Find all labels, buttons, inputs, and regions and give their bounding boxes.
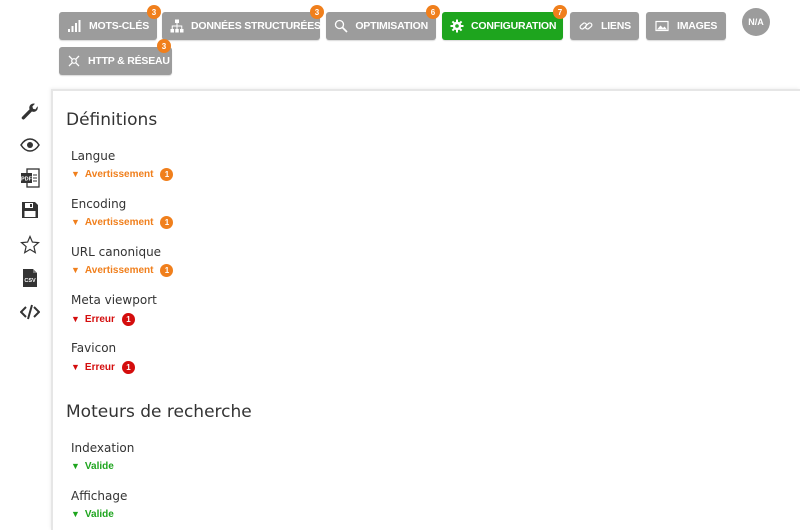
item-label-encoding: Encoding bbox=[71, 197, 127, 211]
csv-label: CSV bbox=[24, 278, 36, 284]
caret-down-icon: ▼ bbox=[71, 169, 80, 179]
bar-chart-icon bbox=[67, 18, 82, 34]
status-text: Avertissement bbox=[84, 216, 154, 228]
tab-optimisation[interactable]: OPTIMISATION 6 bbox=[326, 5, 440, 40]
caret-down-icon: ▼ bbox=[71, 217, 80, 227]
tab-label: LIENS bbox=[601, 20, 631, 32]
tab-label: IMAGES bbox=[677, 20, 718, 32]
count-badge: 1 bbox=[160, 263, 174, 277]
tab-label: CONFIGURATION bbox=[471, 20, 557, 32]
status-text: Erreur bbox=[84, 313, 115, 325]
tab-label: HTTP & RÉSEAU bbox=[88, 55, 170, 67]
save-icon[interactable] bbox=[20, 200, 40, 220]
caret-down-icon: ▼ bbox=[71, 509, 80, 519]
caret-down-icon: ▼ bbox=[71, 461, 80, 471]
network-icon bbox=[67, 53, 81, 69]
status-encoding[interactable]: ▼ Avertissement 1 bbox=[71, 215, 174, 229]
eye-icon[interactable] bbox=[20, 135, 40, 155]
tab-label: DONNÉES STRUCTURÉES bbox=[191, 20, 321, 32]
tab-donnees-structurees[interactable]: DONNÉES STRUCTURÉES 3 bbox=[162, 5, 324, 40]
count-badge: 3 bbox=[310, 5, 324, 19]
status-text: Valide bbox=[84, 508, 114, 520]
status-favicon[interactable]: ▼ Erreur 1 bbox=[71, 360, 135, 374]
status-text: Avertissement bbox=[84, 168, 154, 180]
tab-label: OPTIMISATION bbox=[355, 20, 428, 32]
count-badge: 7 bbox=[553, 5, 567, 19]
count-badge: 1 bbox=[160, 215, 174, 229]
sitemap-icon bbox=[170, 18, 184, 34]
csv-icon[interactable]: CSV bbox=[20, 268, 40, 288]
item-label-langue: Langue bbox=[71, 149, 116, 163]
status-langue[interactable]: ▼ Avertissement 1 bbox=[71, 167, 174, 181]
item-label-indexation: Indexation bbox=[71, 441, 135, 455]
status-meta-viewport[interactable]: ▼ Erreur 1 bbox=[71, 312, 135, 326]
item-label-url-canonique: URL canonique bbox=[71, 245, 162, 259]
section-title-definitions: Définitions bbox=[66, 110, 158, 130]
count-badge: 3 bbox=[147, 5, 161, 19]
item-label-affichage: Affichage bbox=[71, 489, 128, 503]
gear-icon bbox=[450, 18, 464, 34]
count-badge: 6 bbox=[426, 5, 440, 19]
status-url-canonique[interactable]: ▼ Avertissement 1 bbox=[71, 263, 174, 277]
na-score-badge: N/A bbox=[742, 8, 770, 36]
tab-configuration[interactable]: CONFIGURATION 7 bbox=[442, 5, 567, 40]
caret-down-icon: ▼ bbox=[71, 265, 80, 275]
star-icon[interactable] bbox=[20, 235, 40, 255]
tab-mots-cles[interactable]: MOTS-CLÉS 3 bbox=[59, 5, 161, 40]
count-badge: 1 bbox=[121, 312, 135, 326]
item-label-favicon: Favicon bbox=[71, 341, 117, 355]
wrench-icon[interactable] bbox=[20, 103, 40, 123]
count-badge: 3 bbox=[157, 39, 171, 53]
status-text: Valide bbox=[84, 460, 114, 472]
count-badge: 1 bbox=[160, 167, 174, 181]
status-text: Erreur bbox=[84, 361, 115, 373]
link-icon bbox=[578, 18, 594, 34]
magnifier-icon bbox=[334, 18, 348, 34]
image-icon bbox=[654, 18, 670, 34]
tab-images[interactable]: IMAGES bbox=[646, 12, 726, 40]
tab-liens[interactable]: LIENS bbox=[570, 12, 639, 40]
section-title-moteurs-de-recherche: Moteurs de recherche bbox=[66, 402, 252, 422]
tab-http-reseau[interactable]: HTTP & RÉSEAU 3 bbox=[59, 39, 172, 75]
status-indexation[interactable]: ▼ Valide bbox=[71, 459, 114, 473]
code-icon[interactable] bbox=[20, 302, 40, 322]
configuration-panel bbox=[51, 89, 800, 530]
caret-down-icon: ▼ bbox=[71, 362, 80, 372]
status-affichage[interactable]: ▼ Valide bbox=[71, 507, 114, 521]
tab-label: MOTS-CLÉS bbox=[88, 20, 149, 32]
pdf-label: PDF bbox=[21, 176, 33, 182]
item-label-meta-viewport: Meta viewport bbox=[71, 293, 157, 307]
count-badge: 1 bbox=[121, 360, 135, 374]
caret-down-icon: ▼ bbox=[71, 314, 80, 324]
pdf-icon[interactable]: PDF bbox=[20, 168, 40, 188]
status-text: Avertissement bbox=[84, 264, 154, 276]
